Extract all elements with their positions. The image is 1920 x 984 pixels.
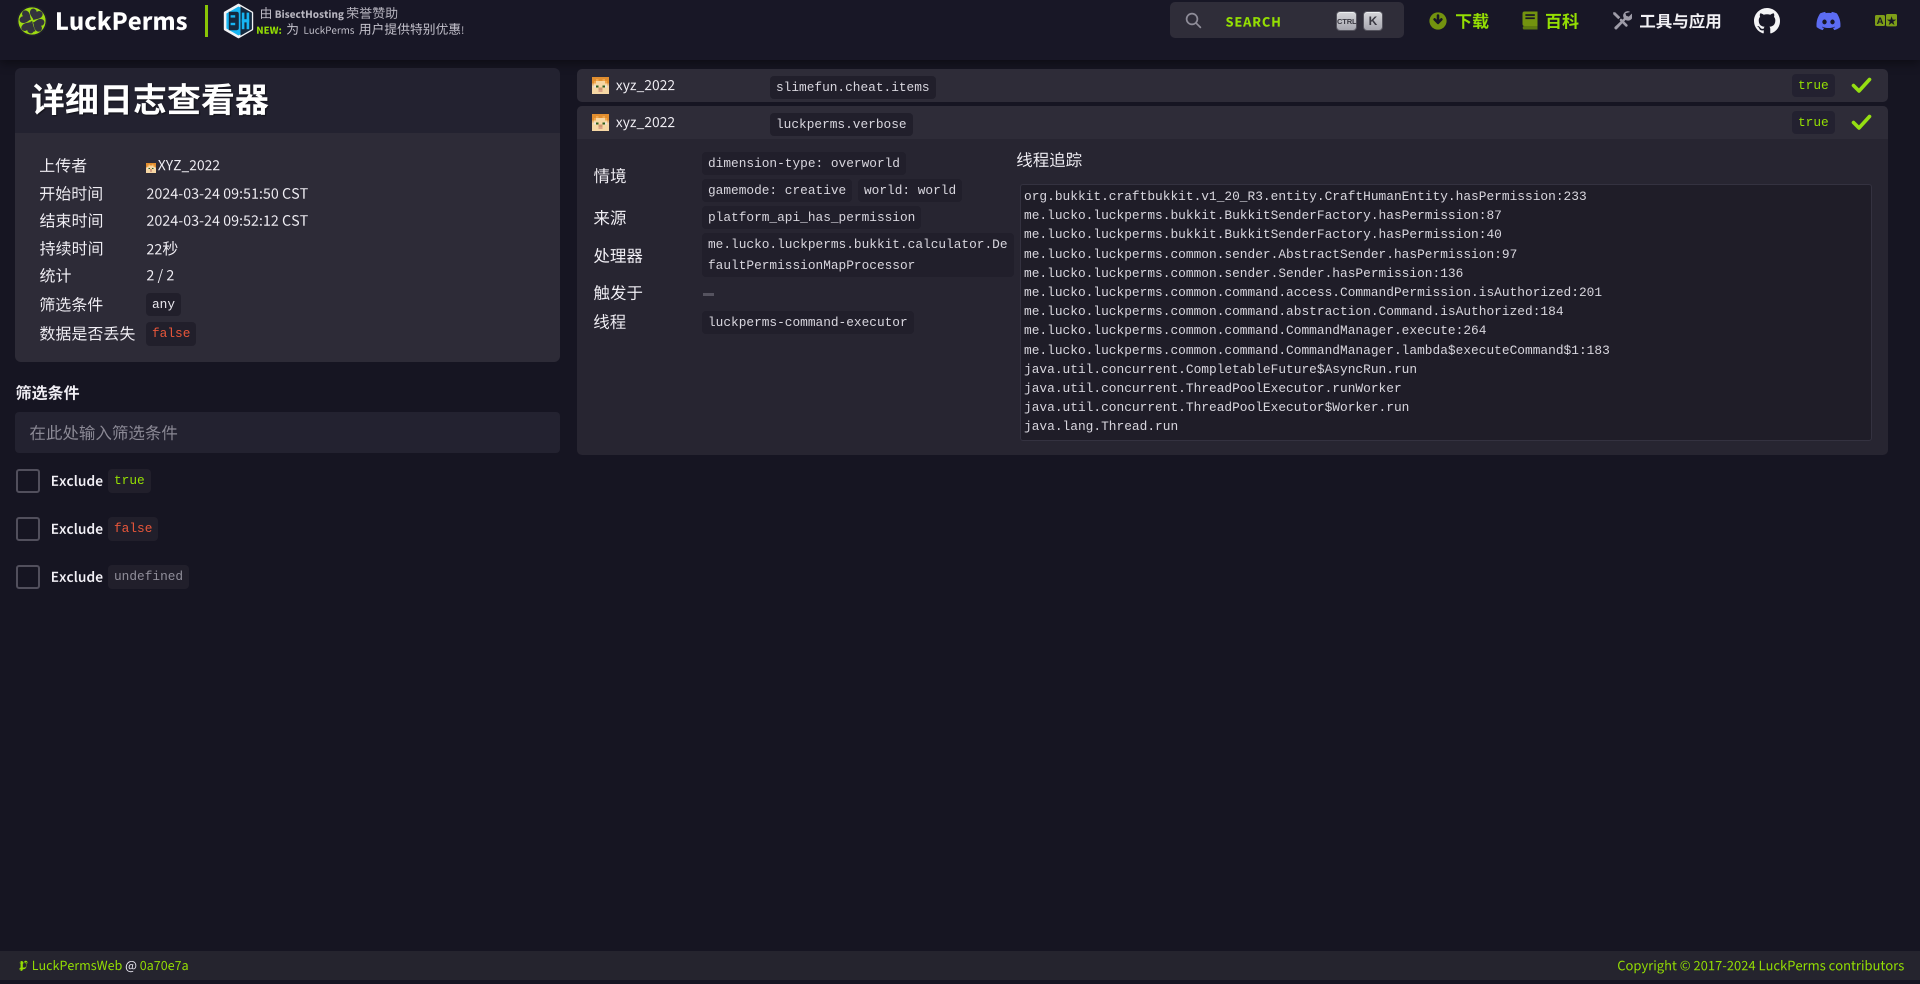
svg-text:★: ★ — [1887, 15, 1897, 27]
svg-text:A: A — [1877, 16, 1884, 27]
